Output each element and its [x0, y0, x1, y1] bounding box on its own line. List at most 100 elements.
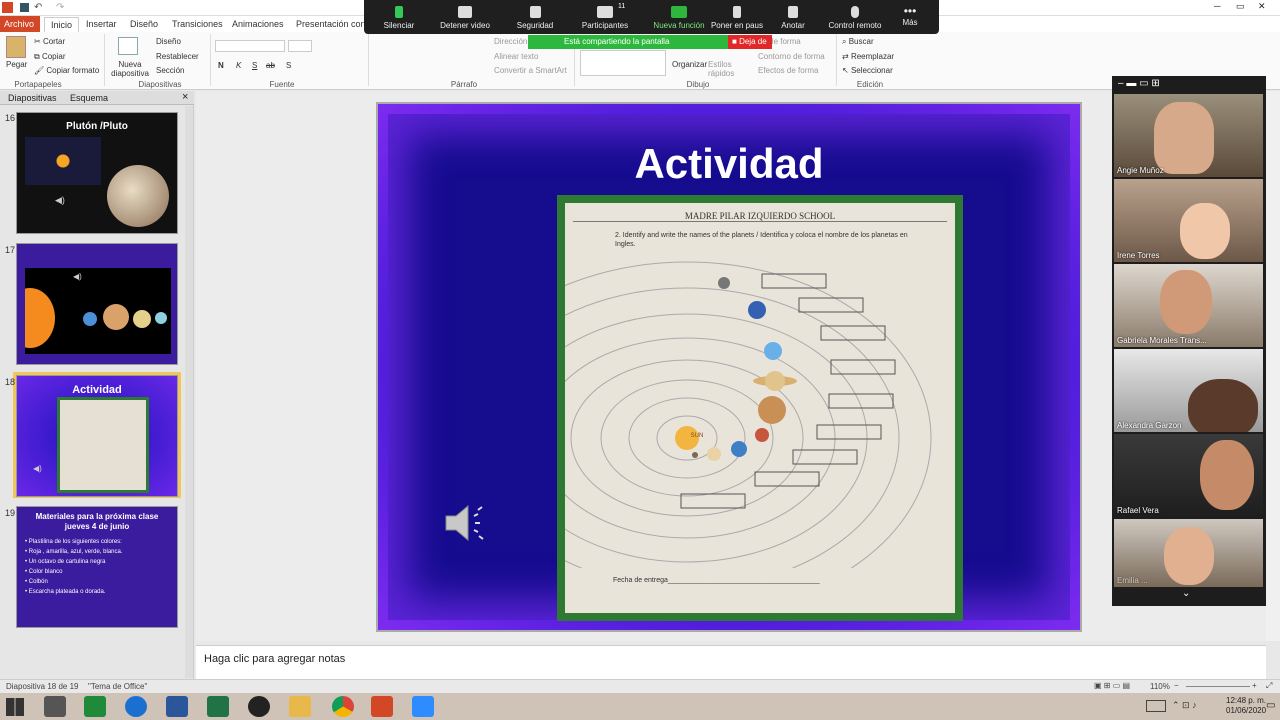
video-tile[interactable]: Alexandra Garzon — [1114, 349, 1263, 432]
slide-thumbnail-17[interactable]: ◀) — [16, 243, 178, 365]
video-tile[interactable]: Gabriela Morales Trans... — [1114, 264, 1263, 347]
system-tray-icons[interactable]: ⌃ ⊡ ♪ — [1172, 700, 1197, 711]
tab-animaciones[interactable]: Animaciones — [226, 17, 290, 31]
video-tile[interactable]: Rafael Vera — [1114, 434, 1263, 517]
speaker-icon[interactable]: ◀) — [73, 272, 82, 281]
windows-start-icon[interactable] — [6, 698, 24, 716]
app-icon[interactable] — [248, 696, 270, 717]
format-painter-button[interactable]: 🖌 Copiar formato — [34, 66, 99, 75]
close-window-button[interactable]: ✕ — [1258, 1, 1266, 12]
canvas-scrollbar[interactable] — [1266, 91, 1280, 641]
speaker-icon[interactable] — [444, 502, 492, 544]
speaker-icon[interactable]: ◀) — [33, 464, 42, 473]
reset-button[interactable]: Restablecer — [156, 52, 199, 61]
zoom-slider[interactable] — [1186, 686, 1250, 687]
video-tile[interactable]: Irene Torres — [1114, 179, 1263, 262]
zoom-level[interactable]: 110% — [1150, 682, 1170, 691]
tab-transiciones[interactable]: Transiciones — [166, 17, 229, 31]
find-button[interactable]: ⌕ Buscar — [842, 37, 874, 47]
shape-outline-button[interactable]: Contorno de forma — [758, 52, 825, 61]
more-button[interactable]: ••• Más — [882, 0, 938, 34]
stop-video-button[interactable]: Detener video — [430, 0, 500, 34]
text-direction-button[interactable]: Dirección — [494, 37, 527, 46]
slide-title[interactable]: Actividad — [376, 140, 1082, 188]
tab-diapositivas[interactable]: Diapositivas — [8, 93, 57, 103]
keyboard-icon[interactable] — [1146, 700, 1166, 712]
word-icon[interactable] — [166, 696, 188, 717]
bold-button[interactable]: N — [218, 61, 224, 70]
internet-explorer-icon[interactable] — [125, 696, 147, 717]
underline-button[interactable]: S — [252, 61, 257, 70]
participant-name: Emilia ... — [1117, 576, 1148, 585]
align-text-button[interactable]: Alinear texto — [494, 52, 538, 61]
tab-insertar[interactable]: Insertar — [80, 17, 123, 31]
speaker-icon[interactable]: ◀) — [55, 195, 65, 206]
minimize-button[interactable]: ─ — [1214, 1, 1220, 11]
close-pane-button[interactable]: × — [182, 91, 188, 103]
replace-button[interactable]: ⇄ Reemplazar — [842, 52, 894, 61]
tab-diseno[interactable]: Diseño — [124, 17, 164, 31]
slide-thumbnail-19[interactable]: Materiales para la próxima clase jueves … — [16, 506, 178, 628]
new-slide-icon[interactable] — [118, 37, 138, 55]
slide-thumbnail-18[interactable]: Actividad ◀) — [16, 375, 178, 497]
maximize-button[interactable]: ▭ — [1236, 1, 1245, 12]
undo-icon[interactable]: ↶ — [34, 2, 42, 13]
layout-button[interactable]: Diseño — [156, 37, 181, 46]
annotate-button[interactable]: Anotar — [758, 0, 828, 34]
store-icon[interactable] — [84, 696, 106, 717]
system-clock[interactable]: 12:48 p. m. 01/06/2020 — [1226, 696, 1266, 716]
shadow-button[interactable]: S — [286, 61, 291, 70]
worksheet-image[interactable]: MADRE PILAR IZQUIERDO SCHOOL 2. Identify… — [557, 195, 963, 621]
shapes-gallery[interactable] — [580, 50, 666, 76]
powerpoint-icon[interactable] — [371, 696, 393, 717]
slides-pane-scrollbar[interactable] — [185, 106, 193, 678]
stop-share-button[interactable]: ■ Deja de — [728, 35, 772, 49]
chrome-icon[interactable] — [332, 696, 354, 717]
notes-pane[interactable]: Haga clic para agregar notas — [196, 645, 1266, 679]
video-tile[interactable]: Emilia ... — [1114, 519, 1263, 587]
gallery-minimize-icon[interactable]: ‒ ▬ ▭ ⊞ — [1118, 78, 1160, 89]
paste-button[interactable]: Pegar — [6, 60, 27, 69]
participants-button[interactable]: Participantes — [570, 0, 640, 34]
excel-icon[interactable] — [207, 696, 229, 717]
font-size-input[interactable] — [288, 40, 312, 52]
paste-icon[interactable] — [6, 36, 26, 58]
redo-icon[interactable]: ↷ — [56, 2, 64, 13]
file-explorer-icon[interactable] — [289, 696, 311, 717]
new-slide-button[interactable]: Nueva diapositiva — [108, 60, 152, 78]
section-button[interactable]: Sección — [156, 66, 184, 75]
slides-pane-tabs: Diapositivas Esquema × — [0, 91, 194, 105]
materials-list: • Plastilina de los siguientes colores: … — [25, 537, 175, 597]
copy-icon: ⧉ — [34, 52, 42, 61]
sun-label: SUN — [690, 433, 704, 439]
worksheet-instruction: 2. Identify and write the names of the p… — [615, 232, 908, 248]
strikethrough-button[interactable]: ab — [266, 61, 275, 70]
italic-button[interactable]: K — [236, 61, 241, 70]
slide-thumbnail-16[interactable]: Plutón /Pluto ◀) — [16, 112, 178, 234]
video-tile[interactable]: Angie Muñoz — [1114, 94, 1263, 177]
view-buttons[interactable]: ▣ ⊞ ▭ ▤ — [1094, 681, 1130, 690]
copy-button[interactable]: ⧉ Copiar — [34, 52, 66, 62]
fit-slide-icon[interactable]: ⤢ — [1266, 681, 1272, 691]
task-view-icon[interactable] — [44, 696, 66, 717]
cut-button[interactable]: ✂ Cortar — [34, 37, 65, 46]
shape-effects-button[interactable]: Efectos de forma — [758, 66, 818, 75]
security-button[interactable]: Seguridad — [500, 0, 570, 34]
notifications-icon[interactable]: ▭ — [1266, 700, 1275, 711]
font-name-input[interactable] — [215, 40, 285, 52]
sharing-indicator: Está compartiendo la pantalla — [528, 35, 728, 49]
zoom-in-button[interactable]: + — [1252, 681, 1257, 690]
save-icon[interactable] — [20, 3, 29, 12]
tab-esquema[interactable]: Esquema — [70, 93, 108, 103]
tab-inicio[interactable]: Inicio — [44, 17, 80, 32]
select-button[interactable]: ↖ Seleccionar — [842, 66, 893, 75]
chevron-down-icon[interactable]: ⌄ — [1182, 588, 1190, 599]
remote-control-button[interactable]: Control remoto — [820, 0, 890, 34]
arrange-button[interactable]: Organizar — [672, 60, 707, 69]
smartart-button[interactable]: Convertir a SmartArt — [494, 66, 567, 75]
quick-styles-button[interactable]: Estilos rápidos — [708, 60, 738, 78]
tab-archivo[interactable]: Archivo — [0, 16, 40, 32]
zoom-out-button[interactable]: − — [1174, 681, 1179, 690]
zoom-app-icon[interactable] — [412, 696, 434, 717]
mute-button[interactable]: Silenciar — [364, 0, 434, 34]
